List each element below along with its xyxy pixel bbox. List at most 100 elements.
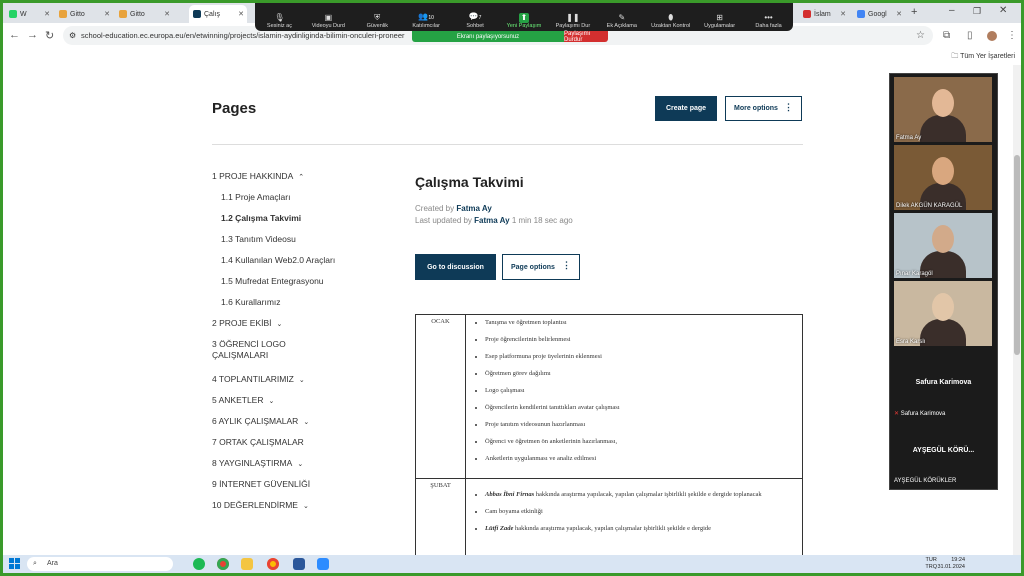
- nav-item[interactable]: 3 ÖĞRENCİ LOGO ÇALIŞMALARI: [212, 339, 307, 361]
- created-by-user[interactable]: Fatma Ay: [456, 204, 491, 213]
- page-scrollbar[interactable]: [1013, 65, 1021, 555]
- folder-icon: 🗀: [951, 53, 961, 60]
- updated-by-user[interactable]: Fatma Ay: [474, 216, 509, 225]
- meeting-mic-button[interactable]: 🎙 Sesiniz aç: [257, 13, 301, 29]
- forward-icon[interactable]: →: [27, 29, 38, 41]
- nav-item[interactable]: 10 DEĞERLENDİRME ⌄: [212, 500, 309, 512]
- taskbar-clock[interactable]: 19:24 31.01.2024: [937, 557, 965, 571]
- lang-top: TUR: [925, 557, 937, 563]
- close-icon[interactable]: ✕: [44, 10, 53, 18]
- close-window-icon[interactable]: ✕: [999, 5, 1007, 16]
- new-tab-icon[interactable]: +: [911, 6, 917, 18]
- participant-video[interactable]: Esra Karslı: [894, 281, 992, 346]
- close-icon[interactable]: ✕: [896, 10, 905, 18]
- scrollbar-thumb[interactable]: [1014, 155, 1020, 355]
- nav-item[interactable]: 9 İNTERNET GÜVENLİĞİ: [212, 479, 310, 490]
- list-item: Lütfi Zade hakkında araştırma yapılacak,…: [485, 524, 801, 533]
- meeting-chat-button[interactable]: 💬7 Sohbet: [453, 12, 497, 29]
- chrome-icon[interactable]: [267, 558, 279, 570]
- minimize-icon[interactable]: –: [949, 5, 955, 16]
- meeting-pause-button[interactable]: ❚❚ Paylaşımı Dur: [551, 13, 595, 29]
- zoom-icon[interactable]: [317, 558, 329, 570]
- nav-item-label: 10 DEĞERLENDİRME: [212, 500, 298, 510]
- mic-icon: 🎙: [274, 13, 285, 22]
- meeting-button-label: Paylaşımı Dur: [555, 23, 591, 29]
- nav-item[interactable]: 7 ORTAK ÇALIŞMALAR: [212, 437, 304, 448]
- all-bookmarks-folder[interactable]: 🗀 Tüm Yer İşaretleri: [951, 52, 1015, 63]
- bookmark-star-icon[interactable]: ☆: [916, 26, 925, 45]
- close-icon[interactable]: ✕: [164, 10, 173, 18]
- site-info-icon[interactable]: ⚙: [69, 26, 76, 45]
- taskbar-search-input[interactable]: ⌕ Ara: [27, 557, 173, 571]
- extensions-icon[interactable]: ⧉: [943, 30, 950, 41]
- chat-icon: 💬7: [468, 12, 482, 21]
- close-icon[interactable]: ✕: [238, 10, 247, 18]
- nav-item[interactable]: 5 ANKETLER ⌄: [212, 395, 274, 407]
- tab-favicon-icon: [803, 10, 811, 18]
- browser-tab[interactable]: Gitto ✕: [115, 5, 173, 23]
- nav-item[interactable]: 4 TOPLANTILARIMIZ ⌄: [212, 374, 305, 386]
- clock-time: 19:24: [951, 557, 965, 563]
- participant-tile-name[interactable]: Safura Karimova: [890, 379, 997, 386]
- participant-video[interactable]: Fatma Ay: [894, 77, 992, 142]
- nav-item[interactable]: 1 PROJE HAKKINDA ⌃: [212, 171, 304, 183]
- participant-video[interactable]: Pınar Karagöl: [894, 213, 992, 278]
- meeting-shield-button[interactable]: ⛨ Güvenlik: [355, 13, 399, 29]
- close-icon[interactable]: ✕: [104, 10, 113, 18]
- chrome-icon[interactable]: [217, 558, 229, 570]
- tab-favicon-icon: [193, 10, 201, 18]
- nav-item[interactable]: 6 AYLIK ÇALIŞMALAR ⌄: [212, 416, 309, 428]
- chevron-down-icon[interactable]: ⌄: [299, 377, 305, 384]
- nav-item-label: 8 YAYGINLAŞTIRMA: [212, 458, 293, 468]
- page-options-button[interactable]: Page options ⋮: [502, 254, 580, 280]
- side-panel-icon[interactable]: ▯: [967, 30, 973, 41]
- nav-item[interactable]: 2 PROJE EKİBİ ⌄: [212, 318, 282, 330]
- browser-tab[interactable]: W ✕: [5, 5, 53, 23]
- file-explorer-icon[interactable]: [241, 558, 253, 570]
- word-icon[interactable]: [293, 558, 305, 570]
- meeting-apps-button[interactable]: ⊞ Uygulamalar: [698, 13, 742, 29]
- spotify-icon[interactable]: [193, 558, 205, 570]
- back-icon[interactable]: ←: [9, 29, 20, 41]
- chevron-down-icon[interactable]: ⌄: [269, 398, 275, 405]
- taskbar: ⌕ Ara TUR TRQ 19:24 31.01.2024: [3, 555, 1021, 573]
- nav-item[interactable]: 1.4 Kullanılan Web2.0 Araçları: [221, 255, 335, 266]
- windows-start-icon[interactable]: [9, 558, 20, 569]
- meeting-people-button[interactable]: 👥10 Katılımcılar: [404, 12, 448, 29]
- meeting-mouse-button[interactable]: ⬮ Uzaktan Kontrol: [649, 13, 693, 29]
- participant-video[interactable]: Dilek AKGÜN KARAGÜL: [894, 145, 992, 210]
- nav-item[interactable]: 1.3 Tanıtım Videosu: [221, 234, 296, 245]
- avatar[interactable]: [987, 31, 997, 41]
- nav-item[interactable]: 1.5 Mufredat Entegrasyonu: [221, 276, 324, 287]
- chevron-down-icon[interactable]: ⌄: [277, 321, 283, 328]
- browser-tab[interactable]: Gitto ✕: [55, 5, 113, 23]
- chevron-down-icon[interactable]: ⌄: [303, 419, 309, 426]
- nav-item[interactable]: 8 YAYGINLAŞTIRMA ⌄: [212, 458, 303, 470]
- browser-tab[interactable]: Googl ✕: [853, 5, 905, 23]
- browser-menu-icon[interactable]: ⋮: [1007, 30, 1017, 41]
- chevron-up-icon[interactable]: ⌃: [298, 174, 304, 181]
- meeting-more-button[interactable]: ••• Daha fazla: [747, 13, 791, 29]
- nav-item[interactable]: 1.6 Kurallarımız: [221, 297, 281, 308]
- count-badge: 10: [428, 15, 434, 21]
- close-icon[interactable]: ✕: [840, 10, 849, 18]
- stop-share-button[interactable]: Paylaşımı Durdur: [564, 31, 608, 43]
- browser-tab-active[interactable]: Çalış ✕: [189, 5, 247, 23]
- meeting-camera-button[interactable]: ▣ Videoyu Durd: [306, 13, 350, 29]
- tab-favicon-icon: [9, 10, 17, 18]
- keyboard-language[interactable]: TUR TRQ: [925, 557, 937, 571]
- chevron-down-icon[interactable]: ⌄: [297, 461, 303, 468]
- more-options-button[interactable]: More options ⋮: [725, 96, 802, 121]
- browser-tab[interactable]: İslam ✕: [799, 5, 849, 23]
- meeting-pen-button[interactable]: ✎ Ek Açıklama: [600, 13, 644, 29]
- nav-item[interactable]: 1.2 Çalışma Takvimi: [221, 213, 301, 224]
- restore-icon[interactable]: ❐: [973, 6, 981, 17]
- nav-item[interactable]: 1.1 Proje Amaçları: [221, 192, 290, 203]
- meeting-share-button[interactable]: ⬆ Yeni Paylaşım: [502, 13, 546, 29]
- chevron-down-icon[interactable]: ⌄: [303, 503, 309, 510]
- participant-tile-name[interactable]: AYŞEGÜL KÖRÜ...: [890, 447, 997, 454]
- go-to-discussion-button[interactable]: Go to discussion: [415, 254, 496, 280]
- reload-icon[interactable]: ↻: [45, 29, 54, 42]
- create-page-button[interactable]: Create page: [655, 96, 717, 121]
- clock-date: 31.01.2024: [937, 564, 965, 570]
